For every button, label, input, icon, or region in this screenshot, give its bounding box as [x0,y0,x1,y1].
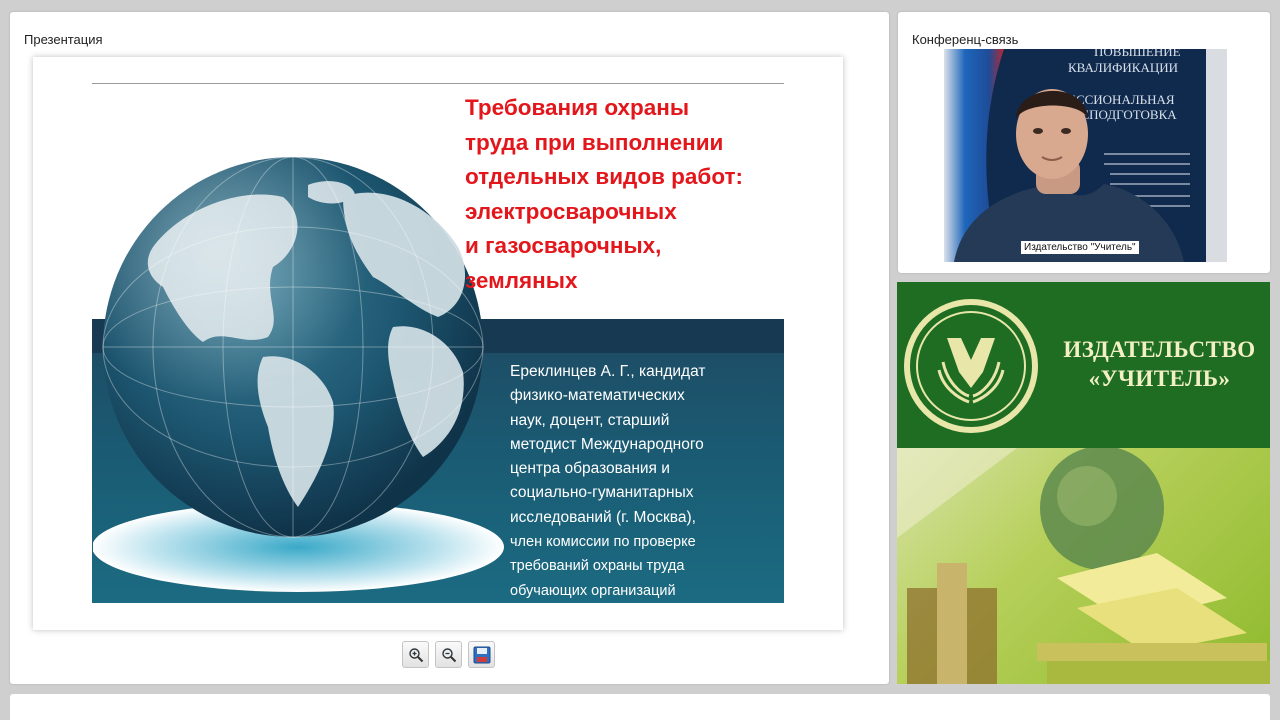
backdrop-text: РЕПОДГОТОВКА [1074,107,1177,122]
save-icon [473,646,490,663]
slide-title-line: отдельных видов работ: [465,164,744,189]
globe-illustration [93,157,504,592]
slide: Требования охраны труда при выполнении о… [33,57,843,630]
zoom-in-icon [408,647,423,662]
speaker-video-frame: ПОВЫШЕНИЕ КВАЛИФИКАЦИИ ЕССИОНАЛЬНАЯ РЕПО… [944,49,1227,262]
conference-panel-title: Конференц-связь [912,32,1019,47]
zoom-in-button[interactable] [402,641,429,668]
publisher-name-line: ИЗДАТЕЛЬСТВО [1063,337,1256,362]
author-line: центра образования и [510,460,670,478]
backdrop-text: КВАЛИФИКАЦИИ [1068,60,1178,75]
author-line: физико-математических [510,387,685,405]
bottom-panel [10,694,1270,720]
conference-panel: Конференц-связь ПОВЫШЕНИЕ КВАЛИФИКАЦИИ Е… [898,12,1270,273]
slide-author-info: Ереклинцев А. Г., кандидат физико-матема… [510,360,780,603]
video-feed[interactable]: ПОВЫШЕНИЕ КВАЛИФИКАЦИИ ЕССИОНАЛЬНАЯ РЕПО… [944,49,1227,262]
slide-title: Требования охраны труда при выполнении о… [465,91,835,298]
slide-title-line: земляных [465,267,578,293]
slide-title-line: труда при выполнении [465,129,724,155]
author-line: методист Международного [510,435,704,453]
author-line: исследований (г. Москва), [510,508,696,526]
author-line: Ереклинцев А. Г., кандидат [510,363,706,380]
speaker-label: Издательство "Учитель" [1021,241,1139,254]
publisher-banner: ИЗДАТЕЛЬСТВО «УЧИТЕЛЬ» [897,282,1270,684]
presentation-toolbar [402,641,495,669]
save-button[interactable] [468,641,495,668]
zoom-out-button[interactable] [435,641,462,668]
slide-title-line: и газосварочных, [465,233,662,258]
author-line: член комиссии по проверке [510,534,696,551]
publisher-logo [904,299,1038,433]
backdrop-text: ЕССИОНАЛЬНАЯ [1068,92,1175,107]
books-and-globe-illustration [897,446,1270,684]
author-line: наук, доцент, старший [510,411,670,429]
publisher-name: ИЗДАТЕЛЬСТВО «УЧИТЕЛЬ» [1057,335,1262,393]
presentation-panel-title: Презентация [24,32,103,47]
zoom-out-icon [441,647,456,662]
slide-divider [92,83,784,84]
slide-title-line: Требования охраны [465,95,690,120]
backdrop-text: ПОВЫШЕНИЕ [1094,49,1181,59]
publisher-banner-image [897,446,1270,684]
publisher-name-line: «УЧИТЕЛЬ» [1088,366,1231,391]
presentation-panel: Презентация Требования охраны труда при … [10,12,889,684]
author-line: обучающих организаций [510,582,676,599]
author-line: социально-гуманитарных [510,484,694,502]
slide-title-line: электросварочных [465,198,677,224]
author-line: требований охраны труда [510,558,685,575]
